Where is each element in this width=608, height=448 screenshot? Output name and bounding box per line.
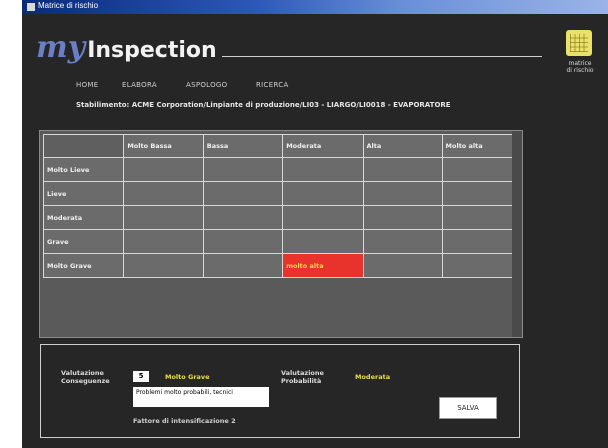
- logo-name: Inspection: [87, 38, 217, 63]
- nav-elabora[interactable]: ELABORA: [122, 81, 157, 89]
- row-header: Molto Grave: [42, 253, 125, 278]
- matrix-cell[interactable]: [123, 181, 204, 206]
- nav-home[interactable]: HOME: [76, 81, 98, 89]
- matrix-cell[interactable]: [362, 181, 443, 206]
- intensification-factor-label: Fattore di intensificazione 2: [133, 417, 236, 425]
- notes-field[interactable]: Problemi molto probabili, tecnici: [133, 387, 269, 407]
- row-header: Moderata: [42, 205, 125, 230]
- risk-matrix-table: Molto Bassa Bassa Moderata Alta Molto al…: [42, 134, 523, 278]
- title-bar: Matrice di rischio: [22, 0, 608, 14]
- matrix-cell[interactable]: [202, 205, 284, 230]
- breadcrumb: Stabilimento: ACME Corporation/Linpiante…: [76, 101, 451, 109]
- matrix-cell[interactable]: [202, 253, 284, 278]
- matrix-cell[interactable]: [282, 205, 364, 230]
- matrix-cell[interactable]: [362, 205, 443, 230]
- app-icon: [27, 3, 35, 11]
- matrix-cell[interactable]: [441, 157, 523, 182]
- risk-matrix-panel: Molto Bassa Bassa Moderata Alta Molto al…: [39, 130, 523, 338]
- matrix-cell[interactable]: [282, 157, 364, 182]
- consequences-label: Valutazione Conseguenze: [61, 369, 110, 385]
- matrix-cell[interactable]: [362, 229, 443, 254]
- app-logo: myInspection: [36, 30, 217, 66]
- matrix-cell[interactable]: [123, 253, 204, 278]
- probability-label: Valutazione Probabilità: [281, 369, 324, 385]
- matrix-cell[interactable]: [441, 253, 523, 278]
- logo-prefix: my: [36, 30, 86, 65]
- matrix-scrollbar[interactable]: [512, 131, 522, 337]
- col-header: Bassa: [202, 134, 284, 158]
- matrix-cell[interactable]: [441, 229, 523, 254]
- save-button[interactable]: SALVA: [439, 397, 497, 419]
- matrix-corner: [42, 134, 125, 158]
- matrix-cell[interactable]: [362, 157, 443, 182]
- risk-matrix-icon[interactable]: [566, 30, 592, 56]
- col-header: Molto alta: [441, 134, 523, 158]
- consequences-input[interactable]: 5: [133, 371, 149, 382]
- matrix-cell[interactable]: [362, 253, 443, 278]
- risk-matrix-label: matrice di rischio: [566, 60, 594, 74]
- matrix-cell[interactable]: [123, 157, 204, 182]
- matrix-cell[interactable]: [282, 181, 364, 206]
- evaluation-form: Valutazione Conseguenze 5 Molto Grave Va…: [40, 344, 520, 438]
- consequences-value: Molto Grave: [165, 373, 210, 381]
- matrix-cell[interactable]: [202, 157, 284, 182]
- matrix-cell-selected[interactable]: molto alta: [282, 253, 364, 278]
- probability-value: Moderata: [355, 373, 391, 381]
- window-title: Matrice di rischio: [38, 1, 99, 10]
- col-header: Alta: [362, 134, 443, 158]
- row-header: Lieve: [42, 181, 125, 206]
- matrix-cell[interactable]: [202, 181, 284, 206]
- matrix-cell[interactable]: [441, 205, 523, 230]
- col-header: Molto Bassa: [123, 134, 204, 158]
- matrix-cell[interactable]: [202, 229, 284, 254]
- row-header: Molto Lieve: [42, 157, 125, 182]
- matrix-cell[interactable]: [282, 229, 364, 254]
- matrix-cell[interactable]: [123, 205, 204, 230]
- app-window: Matrice di rischio myInspection matrice …: [22, 0, 608, 448]
- row-header: Grave: [42, 229, 125, 254]
- nav-aspologo[interactable]: ASPOLOGO: [186, 81, 227, 89]
- matrix-cell[interactable]: [441, 181, 523, 206]
- matrix-cell[interactable]: [123, 229, 204, 254]
- col-header: Moderata: [282, 134, 364, 158]
- logo-divider: [222, 56, 542, 57]
- nav-ricerca[interactable]: RICERCA: [256, 81, 289, 89]
